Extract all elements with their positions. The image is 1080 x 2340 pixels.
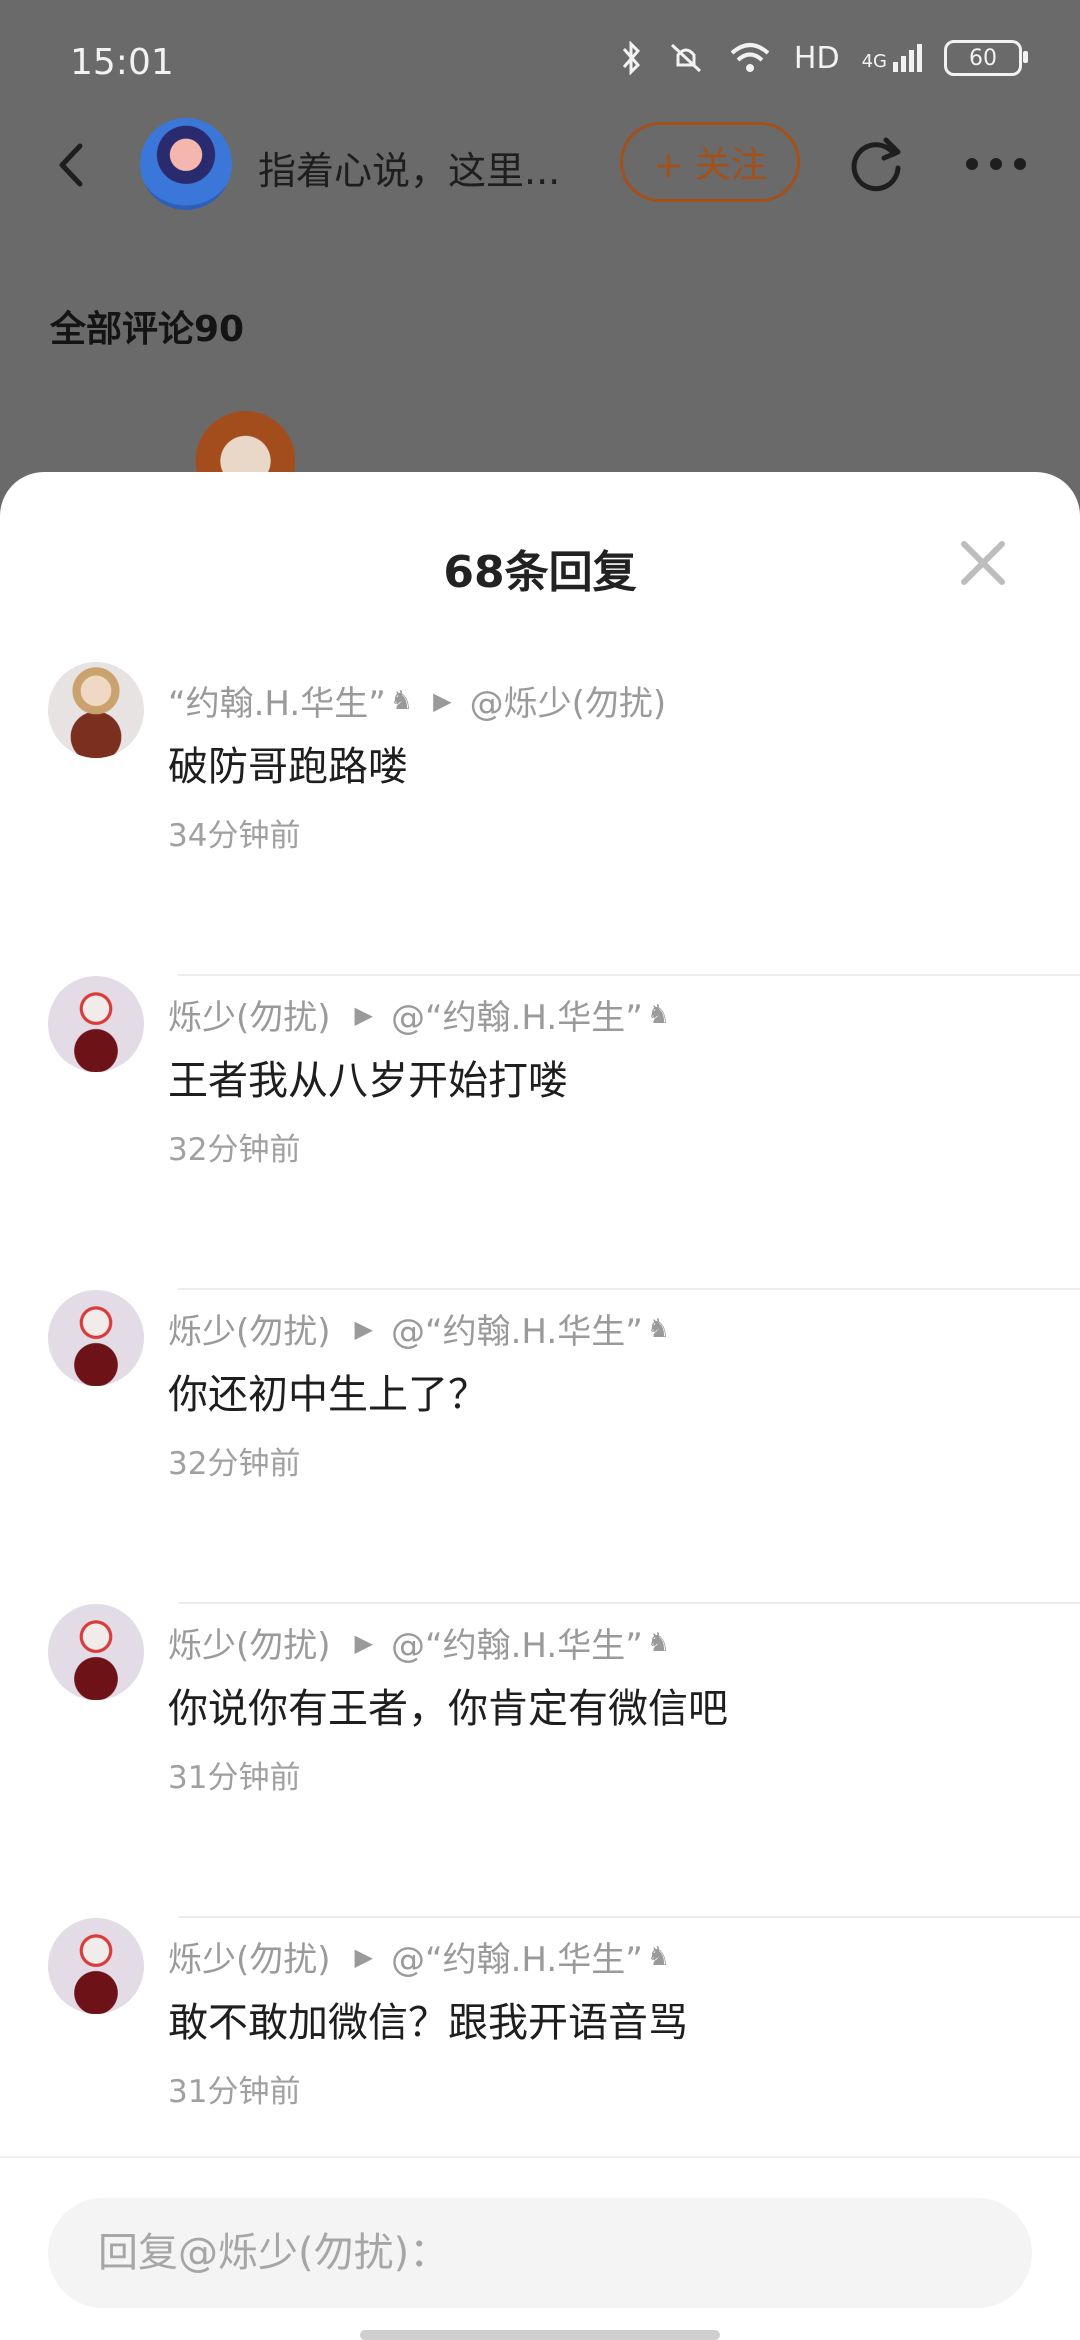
reply-text: 敢不敢加微信？跟我开语音骂 xyxy=(168,2000,688,2046)
home-indicator[interactable] xyxy=(360,2330,720,2340)
reply-arrow-icon: ▶ xyxy=(354,1628,373,1657)
status-icons: HD 4G 60 xyxy=(620,40,1028,76)
share-icon[interactable] xyxy=(846,132,908,194)
reply-text: 破防哥跑路喽 xyxy=(168,744,408,790)
bluetooth-icon xyxy=(622,41,640,75)
reply-author[interactable]: “约翰.H.华生” xyxy=(168,676,386,725)
horse-badge-icon: ♞ xyxy=(646,999,671,1030)
reply-time: 32分钟前 xyxy=(168,1446,301,1482)
reply-text: 你说你有王者，你肯定有微信吧 xyxy=(168,1686,728,1732)
avatar[interactable] xyxy=(48,1290,144,1386)
reply-time: 34分钟前 xyxy=(168,818,301,854)
reply-target[interactable]: @“约翰.H.华生” xyxy=(391,990,643,1039)
signal-bar xyxy=(893,62,898,72)
reply-item[interactable]: “约翰.H.华生” ♞ ▶ @烁少(勿扰) 破防哥跑路喽 34分钟前 xyxy=(0,662,1080,976)
wifi-icon xyxy=(730,43,770,72)
battery-icon: 60 xyxy=(944,40,1028,76)
reply-arrow-icon: ▶ xyxy=(354,1000,373,1029)
signal-bar xyxy=(917,44,922,72)
horse-badge-icon: ♞ xyxy=(646,1941,671,1972)
signal-bar xyxy=(909,50,914,72)
reply-author[interactable]: 烁少(勿扰) xyxy=(168,1304,331,1353)
sheet-title: 68条回复 xyxy=(443,547,637,598)
header-title[interactable]: 指着心说，这里... xyxy=(258,140,598,195)
all-comments-heading: 全部评论90 xyxy=(50,309,245,350)
more-icon[interactable] xyxy=(964,156,1028,172)
reply-meta: 烁少(勿扰) ▶ @“约翰.H.华生” ♞ xyxy=(168,1618,670,1667)
reply-input[interactable] xyxy=(48,2198,1032,2308)
reply-target[interactable]: @“约翰.H.华生” xyxy=(391,1304,643,1353)
reply-text: 你还初中生上了？ xyxy=(168,1372,488,1418)
reply-meta: 烁少(勿扰) ▶ @“约翰.H.华生” ♞ xyxy=(168,990,670,1039)
signal-bar xyxy=(901,56,906,72)
reply-time: 31分钟前 xyxy=(168,1760,301,1796)
reply-text: 王者我从八岁开始打喽 xyxy=(168,1058,568,1104)
reply-author[interactable]: 烁少(勿扰) xyxy=(168,1932,331,1981)
reply-arrow-icon: ▶ xyxy=(354,1942,373,1971)
comment-avatar xyxy=(185,405,295,475)
back-icon[interactable] xyxy=(48,140,98,190)
reply-arrow-icon: ▶ xyxy=(354,1314,373,1343)
reply-bar xyxy=(0,2156,1080,2340)
author-avatar[interactable] xyxy=(140,118,232,210)
signal-label: 4G xyxy=(861,51,887,72)
reply-author[interactable]: 烁少(勿扰) xyxy=(168,1618,331,1667)
top-nav: 指着心说，这里... + 关注 xyxy=(0,110,1080,220)
close-icon[interactable] xyxy=(960,540,1006,586)
reply-meta: 烁少(勿扰) ▶ @“约翰.H.华生” ♞ xyxy=(168,1304,670,1353)
reply-author[interactable]: 烁少(勿扰) xyxy=(168,990,331,1039)
reply-meta: “约翰.H.华生” ♞ ▶ @烁少(勿扰) xyxy=(168,676,670,725)
reply-item[interactable]: 烁少(勿扰) ▶ @“约翰.H.华生” ♞ 你说你有王者，你肯定有微信吧 31分… xyxy=(0,1604,1080,1918)
signal-icon: 4G xyxy=(862,44,922,72)
horse-badge-icon: ♞ xyxy=(646,1627,671,1658)
hd-label: HD xyxy=(793,40,840,76)
status-time: 15:01 xyxy=(70,42,174,83)
replies-sheet: 68条回复 “约翰.H.华生” ♞ ▶ @烁少(勿扰) 破防哥跑路喽 34分钟前… xyxy=(0,472,1080,2340)
reply-list: “约翰.H.华生” ♞ ▶ @烁少(勿扰) 破防哥跑路喽 34分钟前 烁少(勿扰… xyxy=(0,662,1080,2232)
avatar[interactable] xyxy=(48,1918,144,2014)
reply-meta: 烁少(勿扰) ▶ @“约翰.H.华生” ♞ xyxy=(168,1932,670,1981)
horse-badge-icon: ♞ xyxy=(646,1313,671,1344)
battery-level: 60 xyxy=(969,45,997,71)
reply-time: 32分钟前 xyxy=(168,1132,301,1168)
follow-button[interactable]: + 关注 xyxy=(620,122,800,202)
mute-icon xyxy=(670,43,701,73)
reply-target[interactable]: @烁少(勿扰) xyxy=(470,676,667,725)
reply-arrow-icon: ▶ xyxy=(433,686,452,715)
horse-badge-icon: ♞ xyxy=(389,685,414,716)
reply-time: 31分钟前 xyxy=(168,2074,301,2110)
avatar[interactable] xyxy=(48,662,144,758)
reply-target[interactable]: @“约翰.H.华生” xyxy=(391,1932,643,1981)
reply-item[interactable]: 烁少(勿扰) ▶ @“约翰.H.华生” ♞ 你还初中生上了？ 32分钟前 xyxy=(0,1290,1080,1604)
avatar[interactable] xyxy=(48,1604,144,1700)
reply-target[interactable]: @“约翰.H.华生” xyxy=(391,1618,643,1667)
avatar[interactable] xyxy=(48,976,144,1072)
reply-item[interactable]: 烁少(勿扰) ▶ @“约翰.H.华生” ♞ 王者我从八岁开始打喽 32分钟前 xyxy=(0,976,1080,1290)
